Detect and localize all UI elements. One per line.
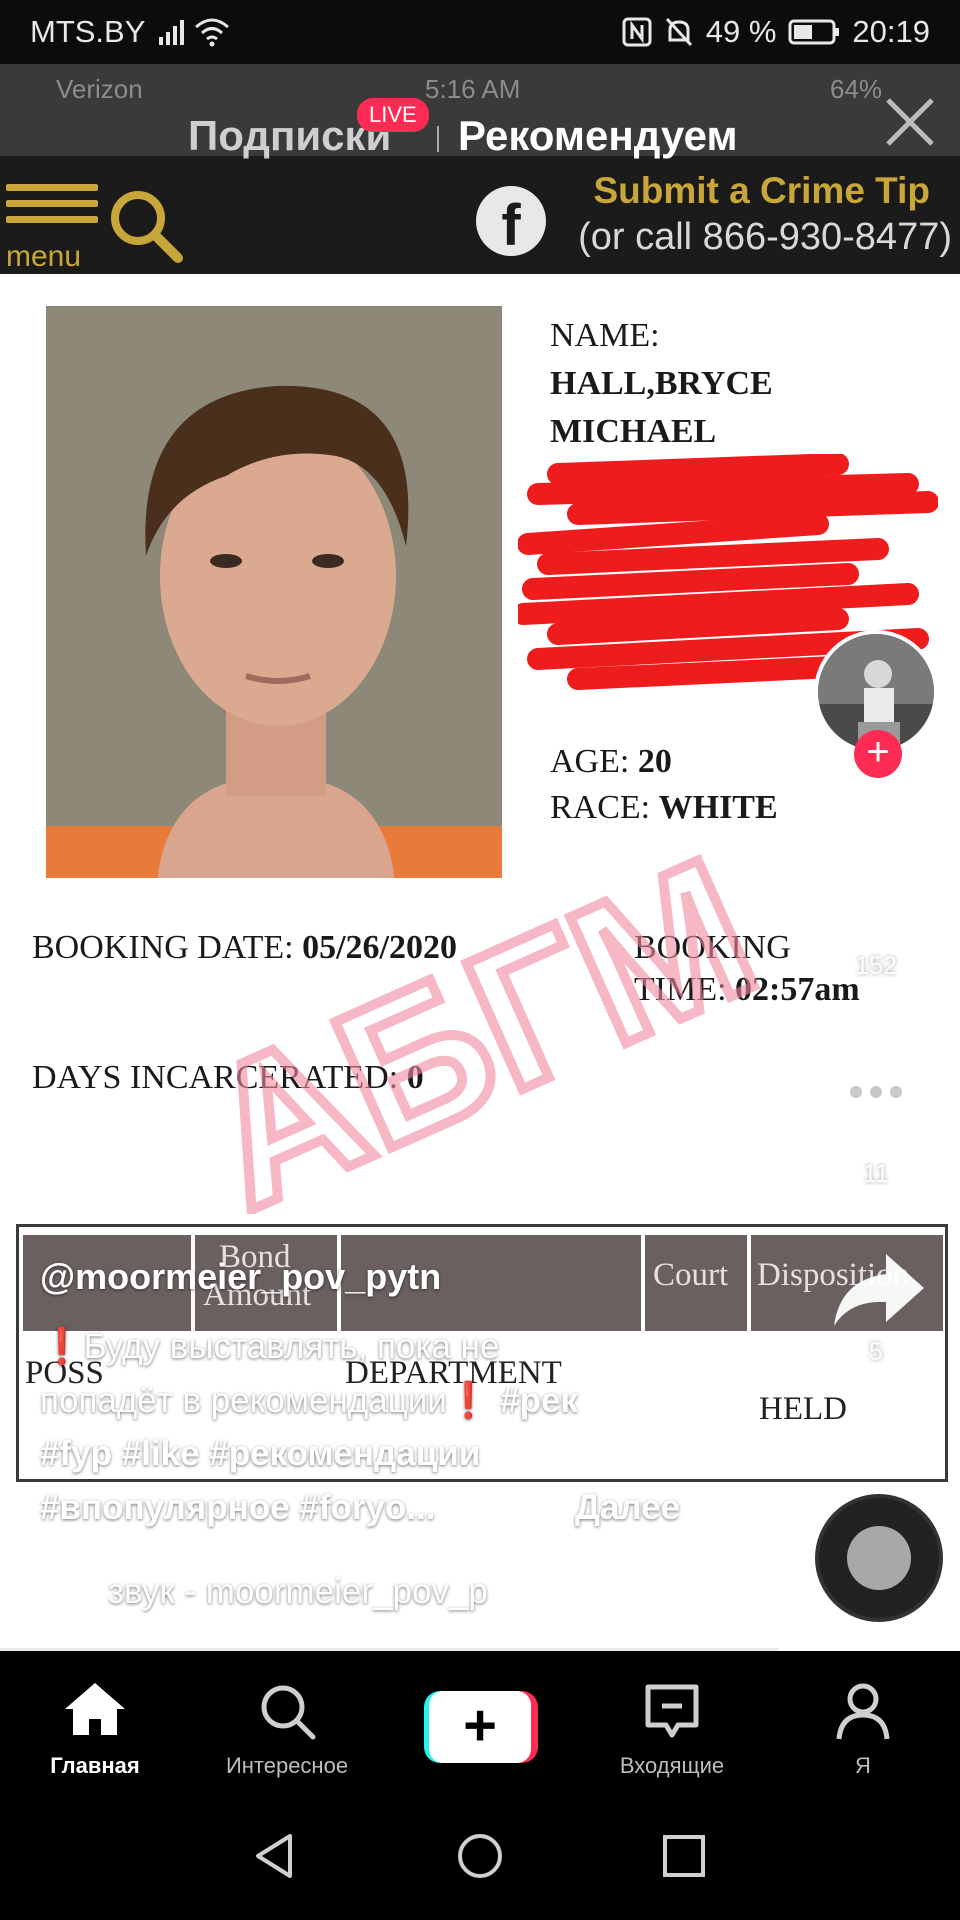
inbox-icon xyxy=(645,1684,699,1738)
cell-disposition: HELD xyxy=(759,1391,847,1427)
back-icon[interactable] xyxy=(252,1832,296,1880)
name-line1: HALL,BRYCE xyxy=(550,365,773,402)
inner-carrier: Verizon xyxy=(56,74,143,104)
clock: 20:19 xyxy=(852,14,930,49)
profile-icon xyxy=(836,1683,890,1740)
home-circle-icon[interactable] xyxy=(456,1832,504,1880)
wifi-icon xyxy=(195,18,230,47)
creator-username[interactable]: @moormeier_pov_pytn xyxy=(40,1256,441,1298)
follow-button[interactable]: + xyxy=(854,730,902,778)
site-header: menu f Submit a Crime Tip (or call 866-9… xyxy=(0,156,960,274)
share-arrow-icon[interactable] xyxy=(830,1250,926,1330)
watermark-graphic: АБГМ xyxy=(169,811,789,1214)
menu-label: menu xyxy=(6,240,82,273)
nav-me[interactable]: Я xyxy=(773,1681,953,1779)
sound-label[interactable]: звук - moormeier_pov_p xyxy=(108,1572,488,1612)
nav-home[interactable]: Главная xyxy=(5,1681,185,1779)
crime-tip-phone: (or call 866-930-8477) xyxy=(578,216,952,258)
nav-me-label: Я xyxy=(855,1753,871,1778)
system-nav-bar xyxy=(0,1790,960,1920)
mute-bell-icon xyxy=(665,17,692,47)
inner-time: 5:16 AM xyxy=(425,74,521,104)
caption-line2: попадёт в рекомендации❗ #рек xyxy=(40,1380,578,1421)
nfc-icon xyxy=(622,17,652,47)
th-court: Court xyxy=(653,1257,729,1293)
battery-percent: 49 % xyxy=(705,14,777,49)
caption-hashtags-line3[interactable]: #fyp #like #рекомендации xyxy=(40,1434,480,1474)
more-link[interactable]: Далее xyxy=(575,1488,680,1528)
like-count: 152 xyxy=(855,952,897,980)
recents-square-icon[interactable] xyxy=(662,1834,706,1878)
caption-hashtags-line4[interactable]: #впопулярное #foryo... xyxy=(40,1488,436,1528)
create-plus-icon: + xyxy=(429,1691,531,1763)
carrier-label: MTS.BY xyxy=(30,14,146,49)
search-icon xyxy=(111,191,183,263)
caption-line1: ❗Буду выставлять, пока не xyxy=(40,1327,500,1366)
tab-divider xyxy=(437,126,439,152)
name-label: NAME: xyxy=(550,317,660,354)
nav-inbox[interactable]: Входящие xyxy=(582,1681,762,1779)
name-line2: MICHAEL xyxy=(550,413,717,450)
battery-icon xyxy=(788,19,840,45)
nav-discover[interactable]: Интересное xyxy=(197,1681,377,1779)
home-icon xyxy=(65,1683,125,1735)
nav-discover-label: Интересное xyxy=(225,1753,349,1778)
tab-for-you[interactable]: Рекомендуем xyxy=(458,112,738,160)
nav-inbox-label: Входящие xyxy=(619,1753,725,1778)
like-heart-icon[interactable] xyxy=(826,850,926,940)
search-icon xyxy=(261,1685,316,1740)
facebook-icon: f xyxy=(476,186,546,258)
create-button[interactable]: + xyxy=(424,1691,538,1763)
inner-battery: 64% xyxy=(830,74,883,104)
hamburger-menu-icon xyxy=(6,184,98,240)
nav-home-label: Главная xyxy=(50,1753,140,1778)
comment-icon[interactable] xyxy=(828,1052,924,1138)
close-icon[interactable] xyxy=(880,92,940,152)
crime-tip-title: Submit a Crime Tip xyxy=(593,170,931,211)
live-badge[interactable]: LIVE xyxy=(357,98,429,132)
status-bar: MTS.BY 49 % 20:19 xyxy=(0,0,960,64)
bottom-nav: Главная Интересное + Входящие Я xyxy=(0,1651,960,1790)
comment-count: 11 xyxy=(863,1160,889,1188)
share-count: 5 xyxy=(869,1338,883,1366)
music-note-icon xyxy=(42,1570,79,1606)
music-disc-icon[interactable] xyxy=(815,1494,943,1622)
hashtag-rek[interactable]: #рек xyxy=(500,1381,578,1420)
caption-line2-text: попадёт в рекомендации❗ xyxy=(40,1381,491,1420)
signal-icon xyxy=(159,19,185,45)
watermark-text: АБГМ xyxy=(174,816,784,1214)
